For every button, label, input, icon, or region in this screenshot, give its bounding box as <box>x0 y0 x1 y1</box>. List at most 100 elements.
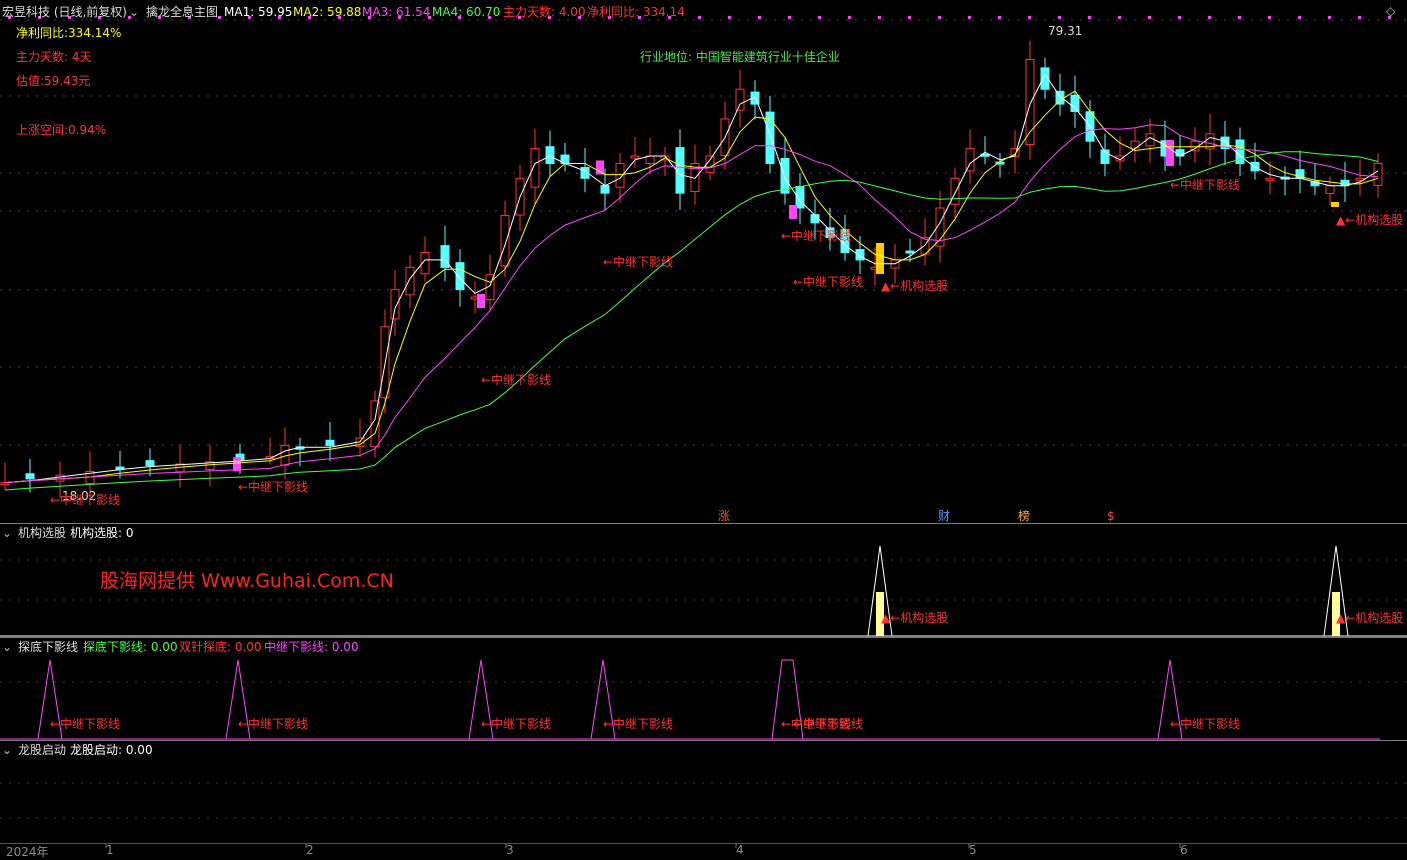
ma1-value: MA1: 59.95 <box>224 5 293 19</box>
signal-dot <box>1058 16 1061 19</box>
ma4-value: MA4: 60.70 <box>432 5 501 19</box>
signal-dot <box>1148 16 1151 19</box>
candle-body <box>630 155 640 159</box>
valuation-label: 估值:59.43元 <box>16 74 91 88</box>
panel3-title[interactable]: 龙股启动 <box>18 743 66 757</box>
ma2-value: MA2: 59.88 <box>293 5 362 19</box>
panel2-marker: ←中继下影线 <box>793 717 864 731</box>
panel1-dropdown-icon[interactable]: ⌄ <box>2 526 12 540</box>
industry-position: 行业地位: 中国智能建筑行业十佳企业 <box>640 50 840 64</box>
signal-dot <box>788 16 791 19</box>
signal-dot <box>1328 16 1331 19</box>
panel2-marker: ←中继下影线 <box>481 717 552 731</box>
candle-body <box>405 266 415 296</box>
panel3-dropdown-icon[interactable]: ⌄ <box>2 743 12 757</box>
candle-body <box>765 111 775 164</box>
candle-body <box>25 473 35 480</box>
expand-diamond-icon[interactable]: ◇ <box>1386 4 1395 18</box>
highlight-candle <box>1166 140 1174 167</box>
high-price-mark: 79.31 <box>1048 24 1083 38</box>
panel-divider-3[interactable] <box>0 740 1407 741</box>
candle-body <box>1265 177 1275 181</box>
candle-body <box>1373 162 1383 186</box>
signal-dot <box>818 16 821 19</box>
shadow-annotation: ←中继下影线 <box>603 255 674 269</box>
net-profit-value: 净利同比: 334.14 <box>587 5 685 19</box>
signal-dot <box>938 16 941 19</box>
candle-body <box>705 155 715 173</box>
signal-dot <box>998 16 1001 19</box>
panel2-value-bottom: 探底下影线: 0.00 <box>83 640 178 654</box>
main-days-label: 主力天数: 4天 <box>16 50 92 64</box>
net-profit-label: 净利同比:334.14% <box>16 26 122 40</box>
panel2-value-shadow: 中继下影线: 0.00 <box>264 640 359 654</box>
signal-dot <box>1268 16 1271 19</box>
institution-pick-annotation: ▲←机构选股 <box>881 279 949 293</box>
dividend-tag[interactable]: $ <box>1107 509 1115 523</box>
signal-dot <box>758 16 761 19</box>
panel2-marker: ←中继下影线 <box>1170 717 1241 731</box>
panel1-marker: ▲←机构选股 <box>881 611 949 625</box>
upside-label: 上涨空间:0.94% <box>16 123 107 137</box>
stock-name[interactable]: 宏昱科技 (日线,前复权) <box>2 5 127 19</box>
candle-body <box>500 214 510 267</box>
signal-dot <box>1298 16 1301 19</box>
candle-body <box>545 146 555 164</box>
shadow-annotation: ←中继下影线 <box>793 275 864 289</box>
panel3-value: 龙股启动: 0.00 <box>70 743 153 757</box>
date-label-year: 2024年 <box>6 845 49 859</box>
panel2-marker: ←中继下影线 <box>50 717 121 731</box>
signal-dot <box>1358 16 1361 19</box>
candle-body <box>55 474 65 482</box>
signal-dot <box>1028 16 1031 19</box>
indicator-dropdown-icon[interactable]: ⌄ <box>129 5 139 19</box>
time-axis-line <box>0 843 1407 844</box>
candle-body <box>145 460 155 467</box>
panel-divider-1[interactable] <box>0 523 1407 524</box>
candle-body <box>965 148 975 172</box>
candle-body <box>735 88 745 111</box>
shadow-annotation: ←中继下影线 <box>238 480 309 494</box>
highlight-candle <box>876 243 884 274</box>
candle-body <box>325 439 335 446</box>
panel2-dropdown-icon[interactable]: ⌄ <box>2 640 12 654</box>
candle-body <box>950 177 960 205</box>
highlight-candle <box>1331 202 1339 207</box>
main-days-value: 主力天数: 4.00 <box>503 5 586 19</box>
signal-dot <box>878 16 881 19</box>
panel1-value: 机构选股: 0 <box>70 526 134 540</box>
panel1-marker: ▲←机构选股 <box>1336 611 1404 625</box>
limit-up-tag[interactable]: 涨 <box>718 509 730 523</box>
signal-dot <box>848 16 851 19</box>
candle-body <box>390 289 400 320</box>
candle-body <box>600 185 610 194</box>
panel1-title[interactable]: 机构选股 <box>18 526 66 540</box>
signal-dot <box>1178 16 1181 19</box>
ma1-line <box>4 73 1379 484</box>
candle-body <box>1070 94 1080 113</box>
shadow-annotation: ←中继下影线 <box>50 493 121 507</box>
signal-dot <box>1088 16 1091 19</box>
candle-body <box>530 148 540 188</box>
highlight-candle <box>789 204 797 219</box>
candle-body <box>780 158 790 194</box>
indicator-name[interactable]: 擒龙全息主图 <box>146 5 218 19</box>
highlight-candle <box>477 294 485 309</box>
candle-body <box>905 250 915 254</box>
signal-dot <box>968 16 971 19</box>
finance-tag[interactable]: 财 <box>938 509 950 523</box>
signal-dot <box>698 16 701 19</box>
candle-body <box>1325 185 1335 194</box>
ma3-value: MA3: 61.54 <box>362 5 431 19</box>
panel-divider-2[interactable] <box>0 637 1407 638</box>
panel2-value-double: 双针探底: 0.00 <box>179 640 262 654</box>
signal-dot <box>1238 16 1241 19</box>
panel2-title[interactable]: 探底下影线 <box>18 640 78 654</box>
shadow-annotation: ←中继下影线 <box>781 229 852 243</box>
shadow-annotation: ←中继下影线 <box>481 373 552 387</box>
signal-dot <box>728 16 731 19</box>
ranking-tag[interactable]: 榜 <box>1018 509 1030 523</box>
institution-pick-annotation: ▲←机构选股 <box>1336 213 1404 227</box>
signal-dot <box>1208 16 1211 19</box>
signal-dot <box>1118 16 1121 19</box>
